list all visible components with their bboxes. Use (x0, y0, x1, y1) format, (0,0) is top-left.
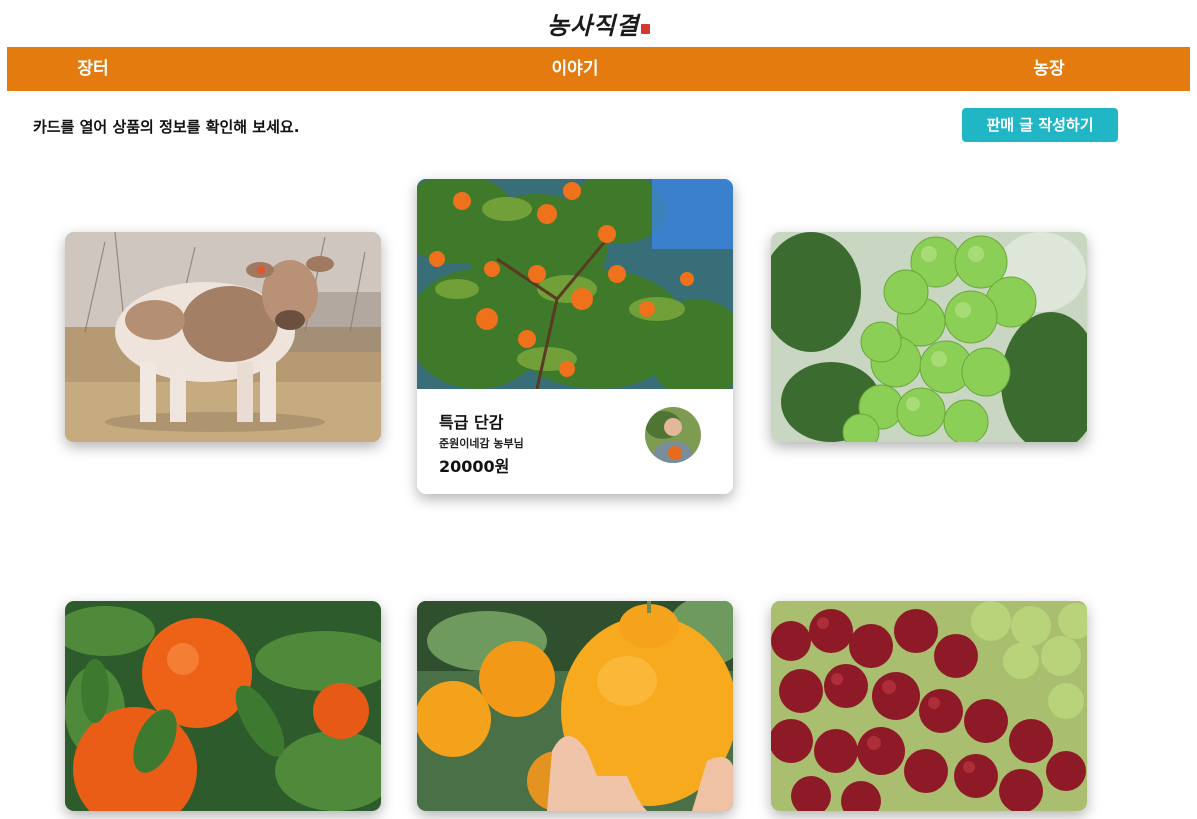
product-title: 특급 단감 (439, 413, 504, 432)
product-card-info: 특급 단감 준원이네감 농부님 20000원 (417, 389, 733, 494)
hallabong-image (417, 601, 733, 811)
product-card[interactable] (65, 232, 381, 442)
logo-text: 농사직결 (546, 10, 640, 40)
product-card-expanded[interactable]: 특급 단감 준원이네감 농부님 20000원 (417, 179, 733, 494)
product-card[interactable] (771, 232, 1087, 442)
grapes-image (771, 601, 1087, 811)
page-hint: 카드를 열어 상품의 정보를 확인해 보세요. (33, 118, 300, 136)
persimmon-tree-image (417, 179, 733, 389)
main-nav: 장터 이야기 농장 (7, 47, 1190, 91)
nav-item-farm[interactable]: 농장 (1033, 47, 1064, 91)
farmer-avatar[interactable] (645, 407, 701, 463)
product-card[interactable] (417, 601, 733, 811)
product-card[interactable] (771, 601, 1087, 811)
calf-image (65, 232, 381, 442)
logo-seal-icon (641, 24, 651, 34)
write-sale-post-button[interactable]: 판매 글 작성하기 (962, 108, 1118, 142)
green-plums-image (771, 232, 1087, 442)
product-price: 20000원 (439, 457, 510, 476)
product-card[interactable] (65, 601, 381, 811)
site-logo[interactable]: 농사직결 (0, 0, 1197, 46)
tangerines-image (65, 601, 381, 811)
product-farmer: 준원이네감 농부님 (439, 437, 524, 450)
nav-item-market[interactable]: 장터 (77, 47, 108, 91)
nav-item-story[interactable]: 이야기 (552, 47, 599, 91)
